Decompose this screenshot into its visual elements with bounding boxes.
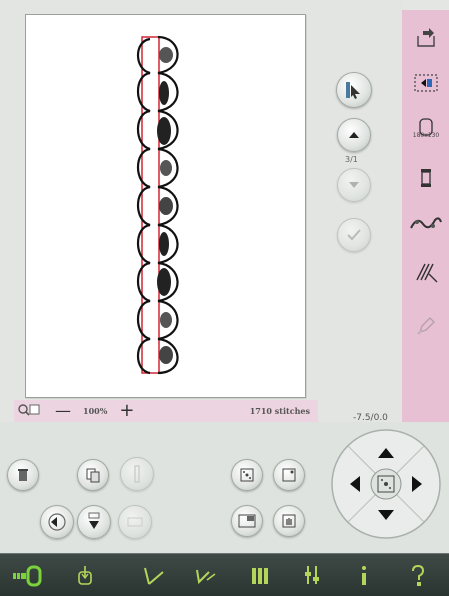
work-area [0, 0, 402, 422]
arrow-down-icon [349, 182, 359, 188]
previous-page-button[interactable] [337, 118, 371, 152]
duplicate-button[interactable] [77, 459, 109, 491]
help-icon [412, 564, 425, 586]
right-toolbar: 180x130 [402, 10, 449, 422]
hand-pan-button[interactable] [273, 505, 305, 537]
embroidery-stitch-tab[interactable] [136, 560, 172, 592]
hoop-field[interactable] [25, 14, 306, 398]
settings-tab[interactable] [294, 560, 330, 592]
stitch-count: 1710 stitches [249, 406, 310, 416]
hoop-select-icon [413, 74, 438, 92]
group-icon [127, 517, 143, 527]
move-corner-icon [282, 468, 296, 482]
zoom-bar: — 100% + 1710 stitches [14, 400, 318, 422]
thread-cutting-icon [409, 217, 442, 229]
embroidery-edit-icon [13, 565, 42, 587]
hand-icon [282, 514, 296, 528]
edit-button[interactable] [402, 308, 449, 344]
stitch-density-button[interactable] [402, 254, 449, 290]
stitch-density-icon [415, 263, 437, 283]
hoop-select-button[interactable] [402, 65, 449, 101]
thread-color-icon [420, 169, 431, 187]
rotate-icon [48, 513, 66, 531]
scale-icon [88, 512, 100, 529]
info-tab[interactable] [346, 560, 382, 592]
zoom-value: 100% [83, 406, 108, 416]
thread-cutting-button[interactable] [402, 206, 449, 242]
info-icon [362, 566, 366, 585]
help-tab[interactable] [400, 560, 436, 592]
menu-grid-icon [252, 568, 268, 584]
rotate-button[interactable] [40, 505, 74, 539]
taskbar [0, 553, 449, 596]
duplicate-icon [86, 468, 100, 483]
settings-icon [305, 566, 319, 584]
embroidery-edit-tab[interactable] [8, 560, 48, 592]
mirror-button[interactable] [120, 457, 154, 491]
group-button[interactable] [118, 505, 152, 539]
thread-color-button[interactable] [402, 160, 449, 196]
load-icon [416, 28, 435, 47]
delete-button[interactable] [7, 459, 39, 491]
embroidery-stitch-icon [144, 567, 164, 585]
zoom-options-icon[interactable] [17, 403, 41, 419]
position-icon [238, 514, 256, 528]
zoom-in-button[interactable]: + [119, 402, 134, 420]
sewing-stitch-icon [196, 569, 216, 585]
center-icon [240, 468, 254, 482]
mirror-icon [134, 465, 140, 483]
arrow-up-icon [349, 132, 359, 138]
move-to-corner-button[interactable] [273, 459, 305, 491]
scale-button[interactable] [77, 505, 111, 539]
disabled-pencil-icon [416, 317, 435, 335]
stitch-out-tab[interactable] [68, 560, 104, 592]
center-design-button[interactable] [231, 459, 263, 491]
sewing-stitch-tab[interactable] [188, 560, 224, 592]
select-design-button[interactable] [336, 72, 372, 108]
directional-pad[interactable] [330, 410, 442, 550]
design-bounding-box [141, 36, 160, 374]
load-button[interactable] [402, 20, 449, 56]
embroidery-edit-screen: — 100% + 1710 stitches 3/1 180x130 -7.5/… [0, 0, 449, 596]
trash-icon [18, 469, 28, 481]
arrow-cursor-icon [346, 82, 360, 99]
hoop-size-label: 180x130 [412, 132, 440, 139]
check-icon [347, 229, 361, 241]
page-indicator: 3/1 [345, 155, 358, 164]
menu-tab[interactable] [242, 560, 278, 592]
position-button[interactable] [231, 505, 263, 537]
hoop-size-button[interactable]: 180x130 [402, 110, 449, 146]
stitch-out-icon [78, 566, 92, 585]
embroidery-design[interactable] [26, 15, 307, 399]
next-page-button[interactable] [337, 168, 371, 202]
confirm-button[interactable] [337, 218, 371, 252]
zoom-out-button[interactable]: — [55, 403, 71, 419]
